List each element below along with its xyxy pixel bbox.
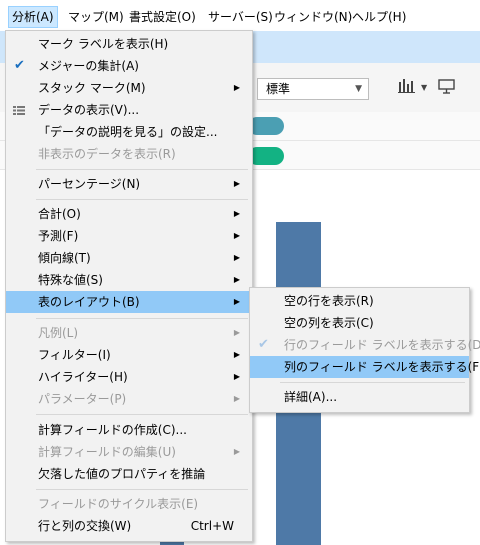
menu-item-aggregate-measures[interactable]: ✔ メジャーの集計(A) [6,55,252,77]
menu-item-label: 合計(O) [38,207,81,221]
menu-item-label: 欠落した値のプロパティを推論 [38,467,206,481]
menubar: 分析(A) マップ(M) 書式設定(O) サーバー(S) ウィンドウ(N) ヘル… [0,0,480,32]
menu-item-edit-calculated-field: 計算フィールドの編集(U) ▶ [6,441,252,463]
menu-item-label: 列のフィールド ラベルを表示する(F) [284,360,480,374]
submenu-arrow-icon: ▶ [233,231,240,240]
submenu-arrow-icon: ▶ [233,372,240,381]
submenu-arrow-icon: ▶ [233,447,240,456]
submenu-arrow-icon: ▶ [233,275,240,284]
rows-pill[interactable] [248,147,284,165]
fit-select-value: 標準 [266,82,291,96]
columns-pill[interactable] [248,117,284,135]
menu-item-stack-marks[interactable]: スタック マーク(M) ▶ [6,77,252,99]
menu-item-label: 計算フィールドの編集(U) [38,445,176,459]
menu-item-show-column-field-labels[interactable]: 列のフィールド ラベルを表示する(F) [250,356,480,378]
menu-item-view-data[interactable]: データの表示(V)... [6,99,252,121]
menu-item-label: 特殊な値(S) [38,273,103,287]
menu-separator [36,318,248,319]
menu-item-label: データの表示(V)... [38,103,140,117]
menu-separator [36,169,248,170]
submenu-arrow-icon: ▶ [233,328,240,337]
menu-item-label: フィールドのサイクル表示(E) [38,497,199,511]
menu-item-create-calculated-field[interactable]: 計算フィールドの作成(C)... [6,419,252,441]
menu-separator [36,489,248,490]
menu-item-label: フィルター(I) [38,348,111,362]
menu-item-cycle-fields: フィールドのサイクル表示(E) [6,493,252,515]
menu-analysis[interactable]: 分析(A) [8,6,58,28]
menu-item-show-row-field-labels: ✔ 行のフィールド ラベルを表示する(D) [250,334,480,356]
menu-item-label: パーセンテージ(N) [38,177,141,191]
show-me-icon[interactable] [398,78,420,98]
menu-item-label: 空の列を表示(C) [284,316,374,330]
menu-server[interactable]: サーバー(S) [205,7,276,27]
menu-item-table-layout[interactable]: 表のレイアウト(B) ▶ [6,291,252,313]
dropdown-arrow-icon[interactable]: ▼ [421,78,427,98]
submenu-arrow-icon: ▶ [233,350,240,359]
menu-item-swap-rows-columns[interactable]: 行と列の交換(W) Ctrl+W [6,515,252,537]
menu-item-advanced[interactable]: 詳細(A)... [250,386,469,408]
menu-item-label: 非表示のデータを表示(R) [38,147,176,161]
fit-select[interactable]: 標準 ▼ [257,78,369,100]
menu-item-infer-missing-value-properties[interactable]: 欠落した値のプロパティを推論 [6,463,252,485]
menu-item-special-values[interactable]: 特殊な値(S) ▶ [6,269,252,291]
menu-item-label: 行と列の交換(W) [38,519,132,533]
submenu-arrow-icon: ▶ [233,253,240,262]
table-layout-submenu: 空の行を表示(R) 空の列を表示(C) ✔ 行のフィールド ラベルを表示する(D)… [249,287,480,413]
menu-item-label: 空の行を表示(R) [284,294,374,308]
menu-item-trend-lines[interactable]: 傾向線(T) ▶ [6,247,252,269]
menu-item-show-mark-labels[interactable]: マーク ラベルを表示(H) [6,33,252,55]
submenu-arrow-icon: ▶ [233,179,240,188]
menu-item-label: パラメーター(P) [38,392,127,406]
submenu-arrow-icon: ▶ [233,297,240,306]
menu-item-label: 凡例(L) [38,326,79,340]
menu-item-forecast[interactable]: 予測(F) ▶ [6,225,252,247]
menu-map[interactable]: マップ(M) [65,7,127,27]
menu-item-label: メジャーの集計(A) [38,59,139,73]
checkmark-icon: ✔ [258,337,269,352]
checkmark-icon: ✔ [14,58,25,73]
submenu-arrow-icon: ▶ [233,394,240,403]
menu-item-label: 「データの説明を見る」の設定... [38,125,218,139]
menu-help[interactable]: ヘルプ(H) [349,7,409,27]
menu-item-label: スタック マーク(M) [38,81,146,95]
chevron-down-icon: ▼ [355,84,362,94]
menu-item-totals[interactable]: 合計(O) ▶ [6,203,252,225]
menu-item-label: マーク ラベルを表示(H) [38,37,169,51]
menu-item-label: 詳細(A)... [284,390,338,404]
analysis-menu: マーク ラベルを表示(H) ✔ メジャーの集計(A) スタック マーク(M) ▶ デ… [5,30,253,542]
menu-item-explain-data-settings[interactable]: 「データの説明を見る」の設定... [6,121,252,143]
menu-item-show-empty-columns[interactable]: 空の列を表示(C) [250,312,469,334]
menu-item-show-empty-rows[interactable]: 空の行を表示(R) [250,290,469,312]
menu-format[interactable]: 書式設定(O) [126,7,199,27]
menu-window[interactable]: ウィンドウ(N) [271,7,355,27]
menu-separator [36,199,248,200]
shortcut-label: Ctrl+W [190,519,234,533]
submenu-arrow-icon: ▶ [233,209,240,218]
menu-item-label: 行のフィールド ラベルを表示する(D) [284,338,480,352]
menu-item-legends: 凡例(L) ▶ [6,322,252,344]
menu-item-label: ハイライター(H) [38,370,128,384]
menu-item-filters[interactable]: フィルター(I) ▶ [6,344,252,366]
menu-item-label: 傾向線(T) [38,251,91,265]
menu-item-label: 予測(F) [38,229,79,243]
menu-separator [280,382,465,383]
menu-item-label: 計算フィールドの作成(C)... [38,423,187,437]
menu-item-parameters: パラメーター(P) ▶ [6,388,252,410]
submenu-arrow-icon: ▶ [233,83,240,92]
menu-separator [36,414,248,415]
table-icon [13,106,25,115]
menu-item-highlighters[interactable]: ハイライター(H) ▶ [6,366,252,388]
menu-item-label: 表のレイアウト(B) [38,295,140,309]
presentation-icon[interactable] [438,78,456,98]
menu-item-percentages[interactable]: パーセンテージ(N) ▶ [6,173,252,195]
menu-item-show-hidden-data: 非表示のデータを表示(R) [6,143,252,165]
